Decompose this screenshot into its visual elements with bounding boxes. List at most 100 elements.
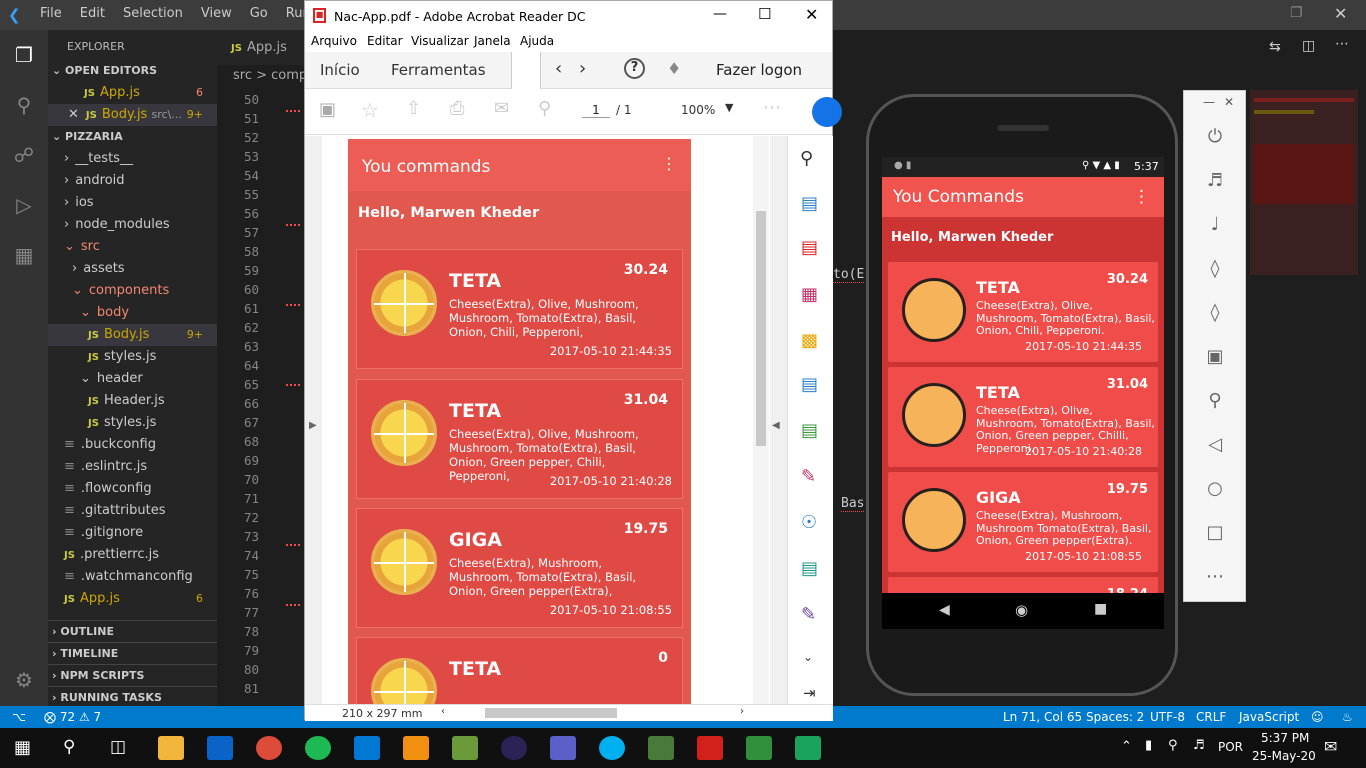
back-icon[interactable]: ◁ <box>1184 434 1246 455</box>
star-icon[interactable]: ☆ <box>361 98 379 122</box>
vscode-taskbar-icon[interactable] <box>354 736 380 760</box>
tab-document[interactable] <box>511 52 541 89</box>
file-tree-item[interactable]: JS styles.js <box>48 346 217 368</box>
chart-app-icon[interactable] <box>452 736 478 760</box>
file-tree-item[interactable]: ≡ .gitignore <box>48 522 217 544</box>
sublime-icon[interactable] <box>403 736 429 760</box>
project-header[interactable]: ⌄ PIZZARIA <box>48 126 217 148</box>
feedback-icon[interactable]: ☺ <box>1311 710 1324 724</box>
rotate-right-icon[interactable]: ◊ <box>1184 302 1246 323</box>
menu-edit[interactable]: Edit <box>80 6 105 21</box>
search-icon[interactable]: ⚲ <box>0 80 48 130</box>
tray-chevron-up-icon[interactable]: ⌃ <box>1121 739 1132 754</box>
more-actions-icon[interactable]: ⋯ <box>1335 36 1349 52</box>
indentation[interactable]: Spaces: 2 <box>1086 710 1144 724</box>
page-number-input[interactable]: 1 <box>582 103 610 118</box>
tab-ferramentas[interactable]: Ferramentas <box>391 61 486 79</box>
cube-app-icon[interactable] <box>746 736 772 760</box>
home-icon[interactable]: ○ <box>1184 478 1246 499</box>
send-icon[interactable]: ▤ <box>801 558 818 579</box>
emulator-screen[interactable]: ● ▮ ⚲ ▼ ▲ ▮ 5:37 You Commands ⋮ Hello, M… <box>882 157 1164 629</box>
tab-app-js[interactable]: JS App.js <box>217 30 304 55</box>
right-panel-toggle-icon[interactable]: ◀ <box>772 420 780 431</box>
breadcrumb[interactable]: src > compo <box>217 65 304 87</box>
menu-editar[interactable]: Editar <box>367 34 403 48</box>
file-tree-item[interactable]: ⌄ body <box>48 302 217 324</box>
green-app-icon[interactable] <box>795 736 821 760</box>
split-editor-icon[interactable]: ◫ <box>1302 38 1315 54</box>
eclipse-icon[interactable] <box>501 736 527 760</box>
more-icon[interactable]: ⋯ <box>763 97 781 118</box>
menu-visualizar[interactable]: Visualizar <box>411 34 469 48</box>
file-tree-item[interactable]: JS Body.js 9+ <box>48 324 217 346</box>
restore-icon[interactable]: ❐ <box>1290 5 1303 21</box>
export-pdf-icon[interactable]: ▤ <box>801 193 818 214</box>
close-icon[interactable]: ✕ <box>1334 4 1347 23</box>
file-tree-item[interactable]: ⌄ src <box>48 236 217 258</box>
teams-icon[interactable] <box>550 736 576 760</box>
more-icon[interactable]: ⋯ <box>1184 566 1246 587</box>
clock-date[interactable]: 25-May-20 <box>1252 749 1316 763</box>
help-icon[interactable]: ? <box>624 58 645 79</box>
back-button-icon[interactable]: ◀ <box>939 602 950 618</box>
file-tree-item[interactable]: ⌄ components <box>48 280 217 302</box>
file-tree-item[interactable]: › android <box>48 170 217 192</box>
open-editors-header[interactable]: ⌄ OPEN EDITORS <box>48 60 217 82</box>
running-tasks-panel[interactable]: › RUNNING TASKS <box>48 686 217 708</box>
file-tree-item[interactable]: ⌄ header <box>48 368 217 390</box>
order-card[interactable]: GIGA 19.75 Cheese(Extra), Mushroom, Mush… <box>888 472 1158 572</box>
file-tree-item[interactable]: ≡ .buckconfig <box>48 434 217 456</box>
home-button-icon[interactable]: ◉ <box>1015 601 1028 619</box>
left-panel-toggle-icon[interactable]: ▶ <box>309 420 317 431</box>
minimize-icon[interactable]: — <box>1203 95 1215 109</box>
acrobat-taskbar-icon[interactable] <box>697 736 723 760</box>
horizontal-scrollbar[interactable] <box>485 708 617 718</box>
encoding[interactable]: UTF-8 <box>1150 710 1185 724</box>
file-tree-item[interactable]: JS styles.js <box>48 412 217 434</box>
spotify-icon[interactable] <box>305 736 331 760</box>
zoom-in-icon[interactable]: ⚲ <box>800 148 813 169</box>
language-indicator[interactable]: POR <box>1218 740 1243 754</box>
prev-arrow-icon[interactable]: ‹ <box>555 58 562 79</box>
menu-janela[interactable]: Janela <box>474 34 511 48</box>
npm-scripts-panel[interactable]: › NPM SCRIPTS <box>48 664 217 686</box>
chrome-icon[interactable] <box>256 736 282 760</box>
order-card[interactable]: TETA 30.24 Cheese(Extra), Olive, Mushroo… <box>888 262 1158 362</box>
camera-icon[interactable]: ▣ <box>1184 346 1246 367</box>
menu-go[interactable]: Go <box>250 6 268 21</box>
volume-up-icon[interactable]: ♬ <box>1184 170 1246 191</box>
pdf-viewer[interactable]: You commands ⋮ Hello, Marwen Kheder TETA… <box>305 136 787 705</box>
skype-icon[interactable] <box>599 736 625 760</box>
menu-arquivo[interactable]: Arquivo <box>311 34 357 48</box>
notifications-icon[interactable]: ♨ <box>1342 710 1353 724</box>
language-mode[interactable]: JavaScript <box>1239 710 1299 724</box>
zoom-icon[interactable]: ⚲ <box>1184 390 1246 411</box>
outline-panel[interactable]: › OUTLINE <box>48 620 217 642</box>
files-icon[interactable]: ❐ <box>0 30 48 80</box>
organize-pages-icon[interactable]: ▦ <box>801 284 818 305</box>
open-editor-body-js[interactable]: ✕ JS Body.js src\... 9+ <box>48 104 217 126</box>
print-icon[interactable]: ⎙ <box>450 98 464 119</box>
fill-sign-icon[interactable]: ✎ <box>801 466 816 487</box>
task-view-icon[interactable]: ◫ <box>110 737 126 757</box>
menu-ajuda[interactable]: Ajuda <box>520 34 554 48</box>
remote-icon[interactable]: ⌥ <box>12 710 26 724</box>
login-button[interactable]: Fazer logon <box>716 61 802 79</box>
timeline-panel[interactable]: › TIMELINE <box>48 642 217 664</box>
file-tree-item[interactable]: JS Header.js <box>48 390 217 412</box>
close-icon[interactable]: ✕ <box>68 107 79 122</box>
collapse-pane-icon[interactable]: ⇥ <box>803 684 816 702</box>
create-pdf-icon[interactable]: ▤ <box>801 237 818 258</box>
volume-down-icon[interactable]: ♩ <box>1184 214 1246 235</box>
mail-icon[interactable] <box>207 736 233 760</box>
scroll-right-icon[interactable]: › <box>740 706 744 717</box>
protect-icon[interactable]: ☉ <box>801 512 817 533</box>
overview-icon[interactable]: □ <box>1184 522 1246 543</box>
file-tree-item[interactable]: › __tests__ <box>48 148 217 170</box>
recents-button-icon[interactable]: ■ <box>1094 601 1107 617</box>
terminal-app-icon[interactable] <box>648 736 674 760</box>
overflow-menu-icon[interactable]: ⋮ <box>1133 187 1150 207</box>
sign-icon[interactable]: ✎ <box>801 604 816 625</box>
save-icon[interactable]: ▣ <box>319 99 336 120</box>
close-icon[interactable]: ✕ <box>805 5 818 24</box>
